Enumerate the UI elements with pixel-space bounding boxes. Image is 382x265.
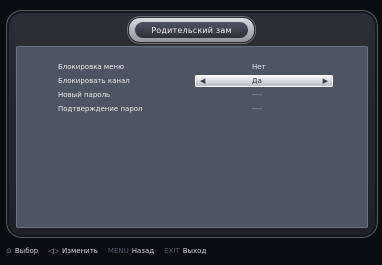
hint-select: ⊙ Выбор bbox=[6, 247, 38, 255]
ok-key-icon: ⊙ bbox=[6, 247, 12, 255]
hint-menu-label: Назад bbox=[131, 247, 155, 255]
menu-row-new-password[interactable]: Новый пароль ---- bbox=[58, 90, 338, 100]
menu-row-value: Нет bbox=[252, 63, 266, 71]
menu-row-label: Подтверждение парол bbox=[58, 105, 143, 113]
footer-hints: ⊙ Выбор ◁▷ Изменить MENU Назад EXIT Выхо… bbox=[6, 244, 378, 258]
hint-exit: EXIT Выход bbox=[164, 247, 206, 255]
title-tab-inner: Родительский зам bbox=[135, 22, 248, 38]
menu-row-label: Блокировать канал bbox=[58, 77, 130, 85]
settings-panel bbox=[16, 46, 368, 228]
menu-row-block-channel[interactable]: Блокировать канал bbox=[58, 76, 338, 86]
page-title: Родительский зам bbox=[151, 25, 232, 35]
hint-select-label: Выбор bbox=[14, 247, 39, 255]
screen: Родительский зам ◀ Да ▶ Блокировка меню … bbox=[0, 0, 382, 265]
menu-row-value: ---- bbox=[252, 91, 263, 99]
hint-menu: MENU Назад bbox=[108, 247, 154, 255]
hint-change-label: Изменить bbox=[62, 247, 98, 255]
title-tab: Родительский зам bbox=[128, 17, 255, 43]
menu-row-label: Блокировка меню bbox=[58, 63, 124, 71]
menu-key: MENU bbox=[107, 247, 129, 255]
menu-row-lock-menu[interactable]: Блокировка меню Нет bbox=[58, 62, 338, 72]
hint-exit-label: Выход bbox=[182, 247, 207, 255]
exit-key: EXIT bbox=[164, 247, 180, 255]
hint-change: ◁▷ Изменить bbox=[48, 247, 98, 255]
menu-row-label: Новый пароль bbox=[58, 91, 111, 99]
left-right-key-icon: ◁▷ bbox=[48, 247, 60, 255]
menu-row-confirm-password[interactable]: Подтверждение парол ---- bbox=[58, 104, 338, 114]
menu-row-value: ---- bbox=[252, 105, 263, 113]
